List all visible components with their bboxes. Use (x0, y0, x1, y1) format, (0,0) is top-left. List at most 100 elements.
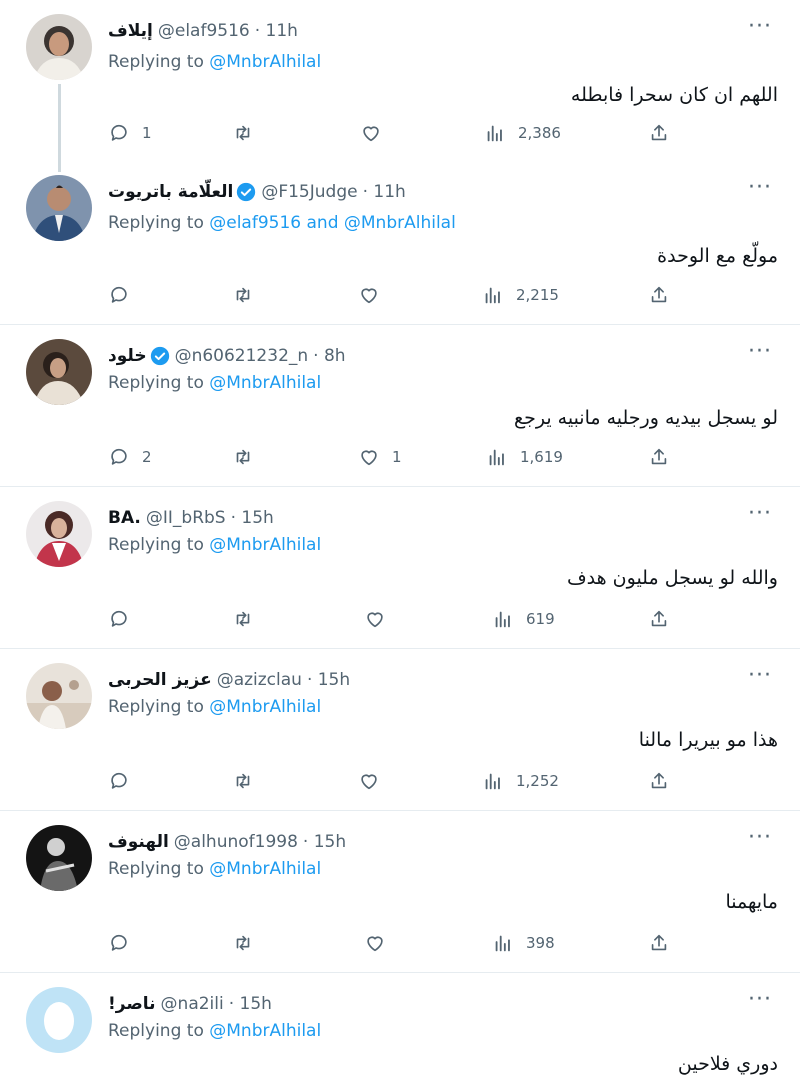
like-button[interactable] (364, 930, 398, 956)
tweet[interactable]: BA. @II_bRbS · 15h ··· Replying to @Mnbr… (0, 487, 800, 648)
avatar[interactable] (26, 501, 92, 567)
share-button[interactable] (648, 606, 670, 632)
tweet[interactable]: خلود @n60621232_n · 8h ··· Replying to @… (0, 325, 800, 486)
views-chart-icon (482, 284, 504, 306)
reply-button[interactable] (108, 606, 142, 632)
tweet-text: والله لو يسجل مليون هدف (566, 567, 778, 589)
like-button[interactable] (360, 120, 394, 146)
views-count: 619 (526, 610, 555, 628)
tweet-time[interactable]: · 11h (255, 21, 298, 41)
retweet-icon (232, 284, 254, 306)
avatar[interactable] (26, 987, 92, 1053)
reply-button[interactable] (108, 282, 142, 308)
mention-link[interactable]: @MnbrAlhilal (209, 859, 321, 879)
user-handle[interactable]: @na2ili (161, 994, 224, 1014)
views-chart-icon (486, 446, 508, 468)
more-icon[interactable]: ··· (748, 341, 772, 367)
like-button[interactable] (358, 768, 392, 794)
retweet-button[interactable] (232, 120, 266, 146)
mention-link[interactable]: @MnbrAlhilal (209, 535, 321, 555)
views-button[interactable]: 1,252 (482, 768, 559, 794)
tweet-time[interactable]: · 11h (363, 182, 406, 202)
display-name[interactable]: العلّامة باتريوت (108, 182, 233, 202)
tweet[interactable]: عزيز الحربى @azizclau · 15h ··· Replying… (0, 649, 800, 810)
retweet-icon (232, 770, 254, 792)
tweet-header: خلود @n60621232_n · 8h (108, 343, 346, 369)
mention-link[interactable]: @MnbrAlhilal (209, 697, 321, 717)
share-button[interactable] (648, 930, 670, 956)
like-button[interactable]: 1 (358, 444, 402, 470)
display-name[interactable]: !ناصر (108, 994, 156, 1014)
tweet[interactable]: العلّامة باتريوت @F15Judge · 11h ··· Rep… (0, 161, 800, 324)
like-button[interactable] (358, 282, 392, 308)
tweet-time[interactable]: · 15h (303, 832, 346, 852)
avatar[interactable] (26, 339, 92, 405)
views-count: 1,252 (516, 772, 559, 790)
views-button[interactable]: 398 (492, 930, 555, 956)
more-icon[interactable]: ··· (748, 503, 772, 529)
retweet-button[interactable] (232, 768, 266, 794)
retweet-button[interactable] (232, 282, 266, 308)
share-button[interactable] (648, 282, 670, 308)
mention-link[interactable]: @elaf9516 and @MnbrAlhilal (209, 213, 456, 233)
display-name[interactable]: عزيز الحربى (108, 670, 212, 690)
views-button[interactable]: 2,386 (484, 120, 561, 146)
more-icon[interactable]: ··· (748, 16, 772, 42)
retweet-button[interactable] (232, 606, 266, 632)
replying-to: Replying to @MnbrAlhilal (108, 859, 321, 879)
user-handle[interactable]: @F15Judge (261, 182, 357, 202)
reply-button[interactable]: 1 (108, 120, 152, 146)
views-button[interactable]: 2,215 (482, 282, 559, 308)
tweet[interactable]: إيلاف @elaf9516 · 11h ··· Replying to @M… (0, 0, 800, 172)
avatar[interactable] (26, 663, 92, 729)
display-name[interactable]: خلود (108, 346, 147, 366)
more-icon[interactable]: ··· (748, 989, 772, 1015)
user-handle[interactable]: @alhunof1998 (174, 832, 298, 852)
replying-to: Replying to @elaf9516 and @MnbrAlhilal (108, 213, 456, 233)
retweet-icon (232, 446, 254, 468)
replying-to: Replying to @MnbrAlhilal (108, 697, 321, 717)
avatar[interactable] (26, 825, 92, 891)
more-icon[interactable]: ··· (748, 827, 772, 853)
display-name[interactable]: الهنوف (108, 832, 169, 852)
share-icon (648, 284, 670, 306)
user-handle[interactable]: @n60621232_n (175, 346, 309, 366)
tweet-time[interactable]: · 15h (307, 670, 350, 690)
reply-button[interactable]: 2 (108, 444, 152, 470)
mention-link[interactable]: @MnbrAlhilal (209, 1021, 321, 1041)
avatar[interactable] (26, 14, 92, 80)
tweet-time[interactable]: · 8h (313, 346, 345, 366)
display-name[interactable]: إيلاف (108, 21, 153, 41)
views-count: 2,215 (516, 286, 559, 304)
more-icon[interactable]: ··· (748, 177, 772, 203)
like-button[interactable] (364, 606, 398, 632)
retweet-button[interactable] (232, 930, 266, 956)
tweet-time[interactable]: · 15h (229, 994, 272, 1014)
replying-to-label: Replying to (108, 1021, 204, 1041)
more-icon[interactable]: ··· (748, 665, 772, 691)
user-handle[interactable]: @II_bRbS (146, 508, 226, 528)
tweet-text: دوري فلاحين (677, 1053, 778, 1075)
views-button[interactable]: 1,619 (486, 444, 563, 470)
retweet-button[interactable] (232, 444, 266, 470)
share-button[interactable] (648, 768, 670, 794)
avatar[interactable] (26, 175, 92, 241)
mention-link[interactable]: @MnbrAlhilal (209, 373, 321, 393)
replying-to-label: Replying to (108, 213, 204, 233)
views-chart-icon (492, 932, 514, 954)
tweet[interactable]: !ناصر @na2ili · 15h ··· Replying to @Mnb… (0, 973, 800, 1085)
reply-button[interactable] (108, 768, 142, 794)
replying-to-label: Replying to (108, 535, 204, 555)
mention-link[interactable]: @MnbrAlhilal (209, 52, 321, 72)
display-name[interactable]: BA. (108, 508, 141, 528)
tweet-time[interactable]: · 15h (231, 508, 274, 528)
share-button[interactable] (648, 444, 670, 470)
user-handle[interactable]: @azizclau (217, 670, 302, 690)
share-button[interactable] (648, 120, 670, 146)
user-handle[interactable]: @elaf9516 (158, 21, 250, 41)
reply-button[interactable] (108, 930, 142, 956)
tweet[interactable]: الهنوف @alhunof1998 · 15h ··· Replying t… (0, 811, 800, 972)
views-button[interactable]: 619 (492, 606, 555, 632)
views-chart-icon (492, 608, 514, 630)
verified-badge-icon (150, 346, 170, 366)
